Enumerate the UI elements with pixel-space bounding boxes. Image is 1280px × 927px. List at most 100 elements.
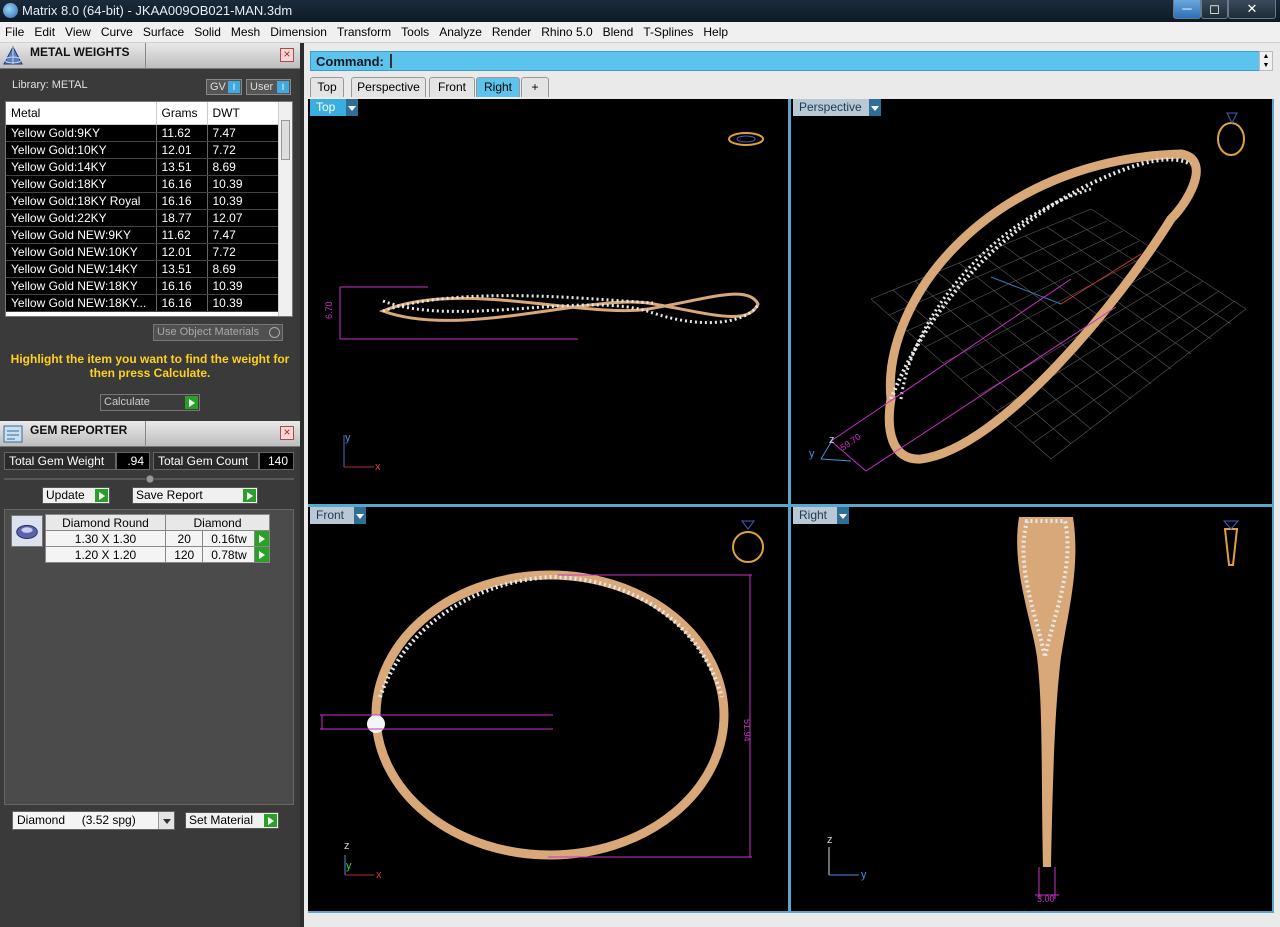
- menu-edit[interactable]: Edit: [29, 22, 60, 39]
- viewport-top-label[interactable]: Top: [310, 99, 358, 116]
- menu-curve[interactable]: Curve: [96, 22, 138, 39]
- gem-reporter-close-icon[interactable]: ×: [280, 426, 294, 440]
- chevron-down-icon[interactable]: [354, 507, 366, 524]
- scrollbar-thumb[interactable]: [281, 120, 290, 160]
- gem-count: 120: [164, 546, 204, 563]
- menu-solid[interactable]: Solid: [189, 22, 226, 39]
- calculate-button[interactable]: Calculate: [100, 394, 200, 411]
- menu-surface[interactable]: Surface: [138, 22, 189, 39]
- menu-file[interactable]: File: [0, 22, 29, 39]
- menu-mesh[interactable]: Mesh: [226, 22, 265, 39]
- material-select-value: Diamond (3.52 spg): [17, 813, 136, 827]
- table-row[interactable]: Yellow Gold:18KY Royal 16.16 10.39: [6, 192, 279, 210]
- metal-dwt: 7.72: [207, 141, 279, 159]
- metal-grams: 12.01: [156, 141, 208, 159]
- table-row[interactable]: Yellow Gold:10KY 12.01 7.72: [6, 141, 279, 159]
- chevron-down-icon[interactable]: [158, 812, 174, 829]
- metal-name: Yellow Gold:18KY Royal: [6, 192, 157, 210]
- menu-dimension[interactable]: Dimension: [265, 22, 332, 39]
- material-select[interactable]: Diamond (3.52 spg): [12, 811, 175, 830]
- command-input[interactable]: [390, 54, 392, 68]
- menu-analyze[interactable]: Analyze: [434, 22, 487, 39]
- table-row[interactable]: Yellow Gold:18KY 16.16 10.39: [6, 175, 279, 193]
- viewport-perspective-label[interactable]: Perspective: [793, 99, 881, 116]
- calculate-hint: Highlight the item you want to find the …: [10, 352, 290, 380]
- right-preview-icon: [1222, 520, 1240, 566]
- table-row[interactable]: Yellow Gold:9KY 11.62 7.47: [6, 124, 279, 142]
- use-object-materials-toggle[interactable]: Use Object Materials: [153, 324, 283, 341]
- play-icon: [185, 396, 198, 409]
- viewport-front-title: Front: [316, 508, 345, 522]
- update-button[interactable]: Update: [42, 487, 110, 504]
- table-row[interactable]: Yellow Gold NEW:9KY 11.62 7.47: [6, 226, 279, 244]
- tab-perspective[interactable]: Perspective: [351, 77, 426, 97]
- menu-view[interactable]: View: [60, 22, 96, 39]
- menu-transform[interactable]: Transform: [332, 22, 396, 39]
- metal-grams: 18.77: [156, 209, 208, 227]
- select-gem-button[interactable]: [254, 530, 270, 547]
- menu-bar: File Edit View Curve Surface Solid Mesh Dimensi…: [0, 22, 1280, 43]
- menu-tools[interactable]: Tools: [396, 22, 434, 39]
- metal-grams: 16.16: [156, 192, 208, 210]
- right-dimension-label: 3.00: [1037, 894, 1055, 904]
- table-row[interactable]: Yellow Gold:14KY 13.51 8.69: [6, 158, 279, 176]
- chevron-down-icon[interactable]: [837, 507, 849, 524]
- col-metal[interactable]: Metal: [6, 102, 157, 125]
- table-row[interactable]: 1.20 X 1.20 120 0.78tw: [45, 546, 270, 563]
- col-dwt[interactable]: DWT: [207, 102, 279, 125]
- tab-top[interactable]: Top: [310, 77, 344, 97]
- viewport-front[interactable]: 51.94 z y x Front: [308, 507, 788, 911]
- command-scrollbar[interactable]: ▲ ▼: [1259, 51, 1273, 71]
- save-report-label: Save Report: [136, 488, 203, 502]
- metal-name: Yellow Gold NEW:10KY: [6, 243, 157, 261]
- menu-render[interactable]: Render: [487, 22, 536, 39]
- table-row[interactable]: Yellow Gold NEW:10KY 12.01 7.72: [6, 243, 279, 261]
- set-material-button[interactable]: Set Material: [185, 812, 279, 829]
- col-shape: Diamond Round: [45, 514, 166, 531]
- metal-weights-icon: [3, 45, 23, 65]
- viewport-front-label[interactable]: Front: [310, 507, 366, 524]
- chevron-down-icon[interactable]: [869, 99, 881, 116]
- gv-toggle-marker: I: [228, 81, 240, 93]
- metal-name: Yellow Gold NEW:18KY...: [6, 294, 157, 312]
- table-row[interactable]: Yellow Gold NEW:18KY... 16.16 10.39: [6, 294, 279, 312]
- user-toggle[interactable]: User I: [246, 79, 291, 95]
- tab-front[interactable]: Front: [429, 77, 475, 97]
- table-row[interactable]: Yellow Gold:22KY 18.77 12.07: [6, 209, 279, 227]
- metal-dwt: 8.69: [207, 260, 279, 278]
- axis-x-label: x: [376, 869, 382, 881]
- axis-z-label: z: [827, 834, 833, 846]
- metal-table-scrollbar[interactable]: [278, 102, 292, 316]
- viewport-right[interactable]: 3.00 z y Right: [791, 507, 1272, 911]
- metal-grams: 16.16: [156, 294, 208, 312]
- metal-weights-close-icon[interactable]: ×: [280, 48, 294, 62]
- viewport-right-label[interactable]: Right: [793, 507, 849, 524]
- total-gem-count-value: 140: [259, 452, 294, 470]
- command-bar[interactable]: Command:: [310, 51, 1260, 71]
- menu-help[interactable]: Help: [698, 22, 733, 39]
- metal-grams: 13.51: [156, 158, 208, 176]
- minimize-button[interactable]: ─: [1173, 0, 1201, 19]
- tab-right[interactable]: Right: [476, 77, 520, 97]
- gv-toggle[interactable]: GV I: [206, 79, 242, 95]
- col-grams[interactable]: Grams: [156, 102, 208, 125]
- front-dimension-label: 51.94: [742, 719, 752, 742]
- splitter-handle[interactable]: [4, 473, 296, 485]
- maximize-button[interactable]: ◻: [1201, 0, 1228, 19]
- add-tab-icon[interactable]: +: [521, 77, 549, 97]
- gem-list: Diamond Round Diamond 1.30 X 1.30 20 0.1…: [4, 509, 294, 805]
- save-report-button[interactable]: Save Report: [132, 487, 258, 504]
- table-row[interactable]: Yellow Gold NEW:14KY 13.51 8.69: [6, 260, 279, 278]
- viewport-perspective[interactable]: 59.70 z y Perspective: [791, 99, 1272, 504]
- table-row[interactable]: Yellow Gold NEW:18KY 16.16 10.39: [6, 277, 279, 295]
- table-row[interactable]: 1.30 X 1.30 20 0.16tw: [45, 530, 270, 547]
- chevron-down-icon[interactable]: [346, 99, 358, 116]
- viewport-top[interactable]: 6.70 y x Top: [308, 99, 788, 504]
- menu-rhino[interactable]: Rhino 5.0: [536, 22, 597, 39]
- metal-weights-header: METAL WEIGHTS ×: [0, 43, 300, 69]
- menu-blend[interactable]: Blend: [598, 22, 639, 39]
- close-button[interactable]: ✕: [1228, 0, 1276, 19]
- menu-tsplines[interactable]: T-Splines: [638, 22, 698, 39]
- front-view-drawing: 51.94 z y x: [320, 520, 764, 881]
- select-gem-button[interactable]: [254, 546, 270, 563]
